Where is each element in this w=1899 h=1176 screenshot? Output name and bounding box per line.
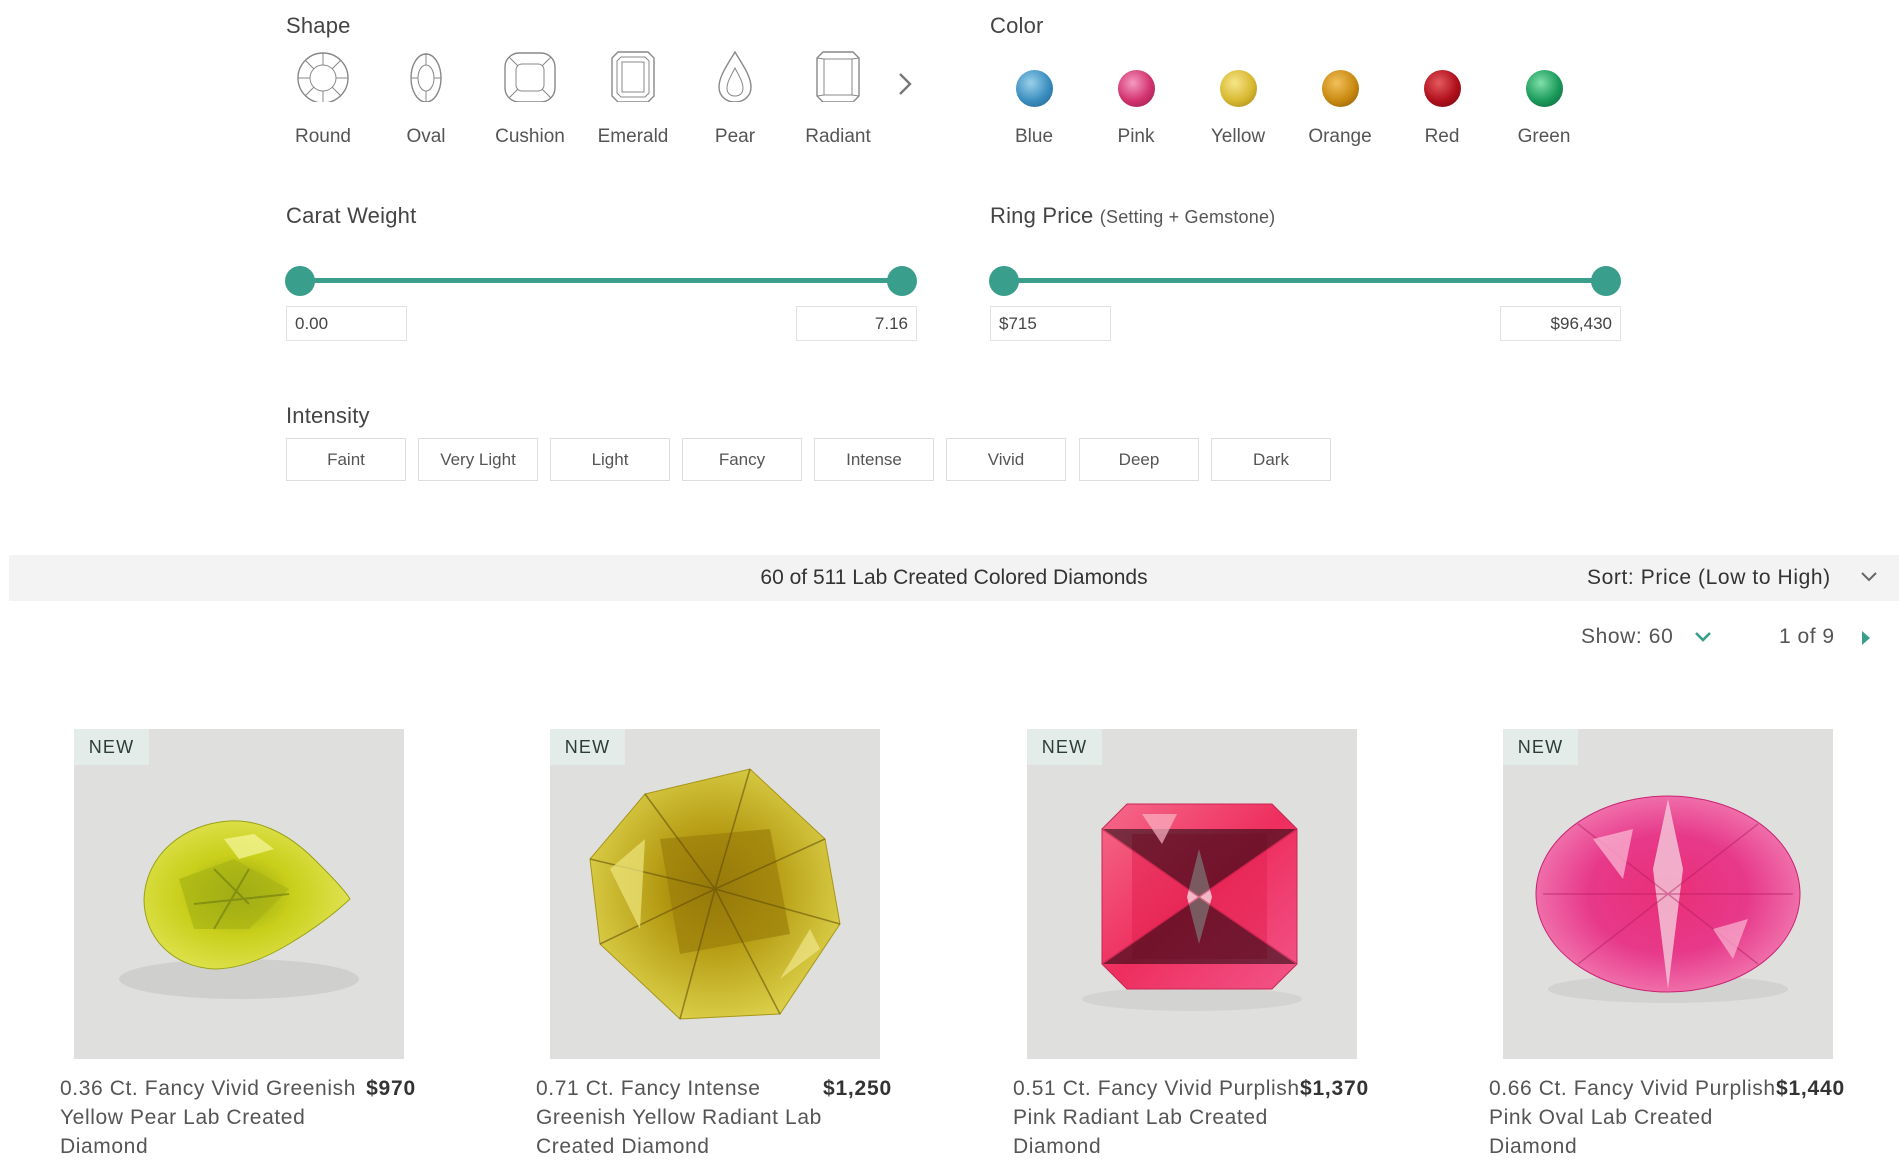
chevron-right-icon: [899, 73, 912, 95]
product-image[interactable]: NEW: [1027, 729, 1357, 1059]
product-card[interactable]: NEW 0.66 Ct. Fancy Vivid Purplish Pink O…: [1489, 729, 1889, 1176]
emerald-shape-icon: [611, 51, 655, 102]
color-label-green: Green: [1517, 126, 1571, 147]
product-title[interactable]: 0.36 Ct. Fancy Vivid Greenish Yellow Pea…: [60, 1074, 360, 1161]
color-option-yellow[interactable]: Yellow: [1187, 46, 1289, 156]
price-sub-label: (Setting + Gemstone): [1099, 207, 1276, 227]
sort-dropdown[interactable]: Sort: Price (Low to High): [1587, 566, 1831, 590]
color-label-yellow: Yellow: [1210, 126, 1266, 147]
new-badge: NEW: [1027, 729, 1102, 765]
show-per-page-dropdown[interactable]: Show: 60: [1581, 625, 1673, 649]
product-image[interactable]: NEW: [1503, 729, 1833, 1059]
intensity-dark-button[interactable]: Dark: [1211, 438, 1331, 481]
carat-min-input[interactable]: [286, 306, 407, 341]
shape-label-round: Round: [295, 126, 351, 147]
shape-option-round[interactable]: Round: [271, 46, 375, 156]
next-page-icon[interactable]: [1859, 628, 1873, 653]
color-option-pink[interactable]: Pink: [1085, 46, 1187, 156]
product-image[interactable]: NEW: [74, 729, 404, 1059]
carat-section-label: Carat Weight: [286, 203, 417, 228]
shape-label-pear: Pear: [714, 126, 756, 147]
product-price: $970: [366, 1077, 416, 1100]
shape-label-oval: Oval: [406, 126, 446, 147]
price-max-handle[interactable]: [1591, 266, 1621, 296]
yellow-gem-icon: [1220, 70, 1257, 107]
shape-label-emerald: Emerald: [597, 126, 669, 147]
shape-next-button[interactable]: [892, 66, 918, 102]
oval-gem-image: [1535, 795, 1801, 1003]
carat-slider-track: [299, 278, 903, 283]
price-min-handle[interactable]: [989, 266, 1019, 296]
oval-shape-icon: [410, 53, 442, 102]
carat-range-slider: [285, 264, 917, 298]
shape-option-emerald[interactable]: Emerald: [581, 46, 685, 156]
carat-min-handle[interactable]: [285, 266, 315, 296]
price-max-input[interactable]: [1500, 306, 1621, 341]
intensity-intense-button[interactable]: Intense: [814, 438, 934, 481]
pear-gem-image: [119, 820, 359, 999]
pink-gem-icon: [1118, 70, 1155, 107]
price-min-input[interactable]: [990, 306, 1111, 341]
radiant-gem-image: [589, 768, 841, 1020]
product-card[interactable]: NEW 0.51 Ct. Fancy Vivid Purplish Pink R…: [1013, 729, 1413, 1176]
new-badge: NEW: [74, 729, 149, 765]
product-price: $1,250: [822, 1077, 892, 1100]
color-section-label: Color: [990, 13, 1044, 38]
shape-section-label: Shape: [286, 13, 351, 38]
product-title[interactable]: 0.66 Ct. Fancy Vivid Purplish Pink Oval …: [1489, 1074, 1789, 1161]
color-label-pink: Pink: [1117, 126, 1155, 147]
carat-max-handle[interactable]: [887, 266, 917, 296]
color-option-green[interactable]: Green: [1493, 46, 1595, 156]
product-title[interactable]: 0.71 Ct. Fancy Intense Greenish Yellow R…: [536, 1074, 836, 1161]
price-slider-track: [1003, 278, 1607, 283]
cushion-shape-icon: [504, 52, 556, 102]
shape-label-cushion: Cushion: [495, 126, 565, 147]
pear-shape-icon: [718, 50, 752, 102]
shape-option-cushion[interactable]: Cushion: [478, 46, 582, 156]
round-shape-icon: [297, 52, 349, 102]
new-badge: NEW: [550, 729, 625, 765]
red-gem-icon: [1424, 70, 1461, 107]
shape-filter-row: Round Oval Cushion Emerald Pear Radiant: [276, 46, 936, 156]
intensity-section-label: Intensity: [286, 403, 370, 428]
green-gem-icon: [1526, 70, 1563, 107]
color-label-red: Red: [1424, 126, 1460, 147]
results-bar: 60 of 511 Lab Created Colored Diamonds S…: [9, 555, 1899, 601]
product-price: $1,370: [1299, 1077, 1369, 1100]
shape-label-radiant: Radiant: [805, 126, 871, 147]
intensity-deep-button[interactable]: Deep: [1079, 438, 1199, 481]
shape-option-pear[interactable]: Pear: [683, 46, 787, 156]
product-title[interactable]: 0.51 Ct. Fancy Vivid Purplish Pink Radia…: [1013, 1074, 1313, 1161]
product-card[interactable]: NEW 0.36 Ct. Fancy Vivid Greenish Yellow…: [60, 729, 460, 1176]
radiant-gem-image: [1082, 803, 1302, 1011]
radiant-shape-icon: [816, 51, 860, 102]
product-price: $1,440: [1775, 1077, 1845, 1100]
blue-gem-icon: [1016, 70, 1053, 107]
color-label-orange: Orange: [1308, 126, 1372, 147]
price-section-label: Ring Price (Setting + Gemstone): [990, 203, 1275, 229]
show-chevron-down-icon[interactable]: [1692, 628, 1714, 651]
color-filter-row: Blue Pink Yellow Orange Red Green: [983, 46, 1603, 156]
price-range-slider: [989, 264, 1621, 298]
color-label-blue: Blue: [1014, 126, 1054, 147]
intensity-very-light-button[interactable]: Very Light: [418, 438, 538, 481]
carat-max-input[interactable]: [796, 306, 917, 341]
intensity-faint-button[interactable]: Faint: [286, 438, 406, 481]
intensity-vivid-button[interactable]: Vivid: [946, 438, 1066, 481]
intensity-light-button[interactable]: Light: [550, 438, 670, 481]
sort-chevron-down-icon[interactable]: [1858, 568, 1880, 591]
shape-option-oval[interactable]: Oval: [374, 46, 478, 156]
pagination-status: 1 of 9: [1779, 625, 1835, 648]
product-card[interactable]: NEW 0.71 Ct. Fancy Intense Greenish Yell…: [536, 729, 936, 1176]
color-option-orange[interactable]: Orange: [1289, 46, 1391, 156]
orange-gem-icon: [1322, 70, 1359, 107]
new-badge: NEW: [1503, 729, 1578, 765]
color-option-red[interactable]: Red: [1391, 46, 1493, 156]
price-label: Ring Price: [990, 203, 1094, 228]
shape-option-radiant[interactable]: Radiant: [786, 46, 890, 156]
intensity-fancy-button[interactable]: Fancy: [682, 438, 802, 481]
product-image[interactable]: NEW: [550, 729, 880, 1059]
color-option-blue[interactable]: Blue: [983, 46, 1085, 156]
